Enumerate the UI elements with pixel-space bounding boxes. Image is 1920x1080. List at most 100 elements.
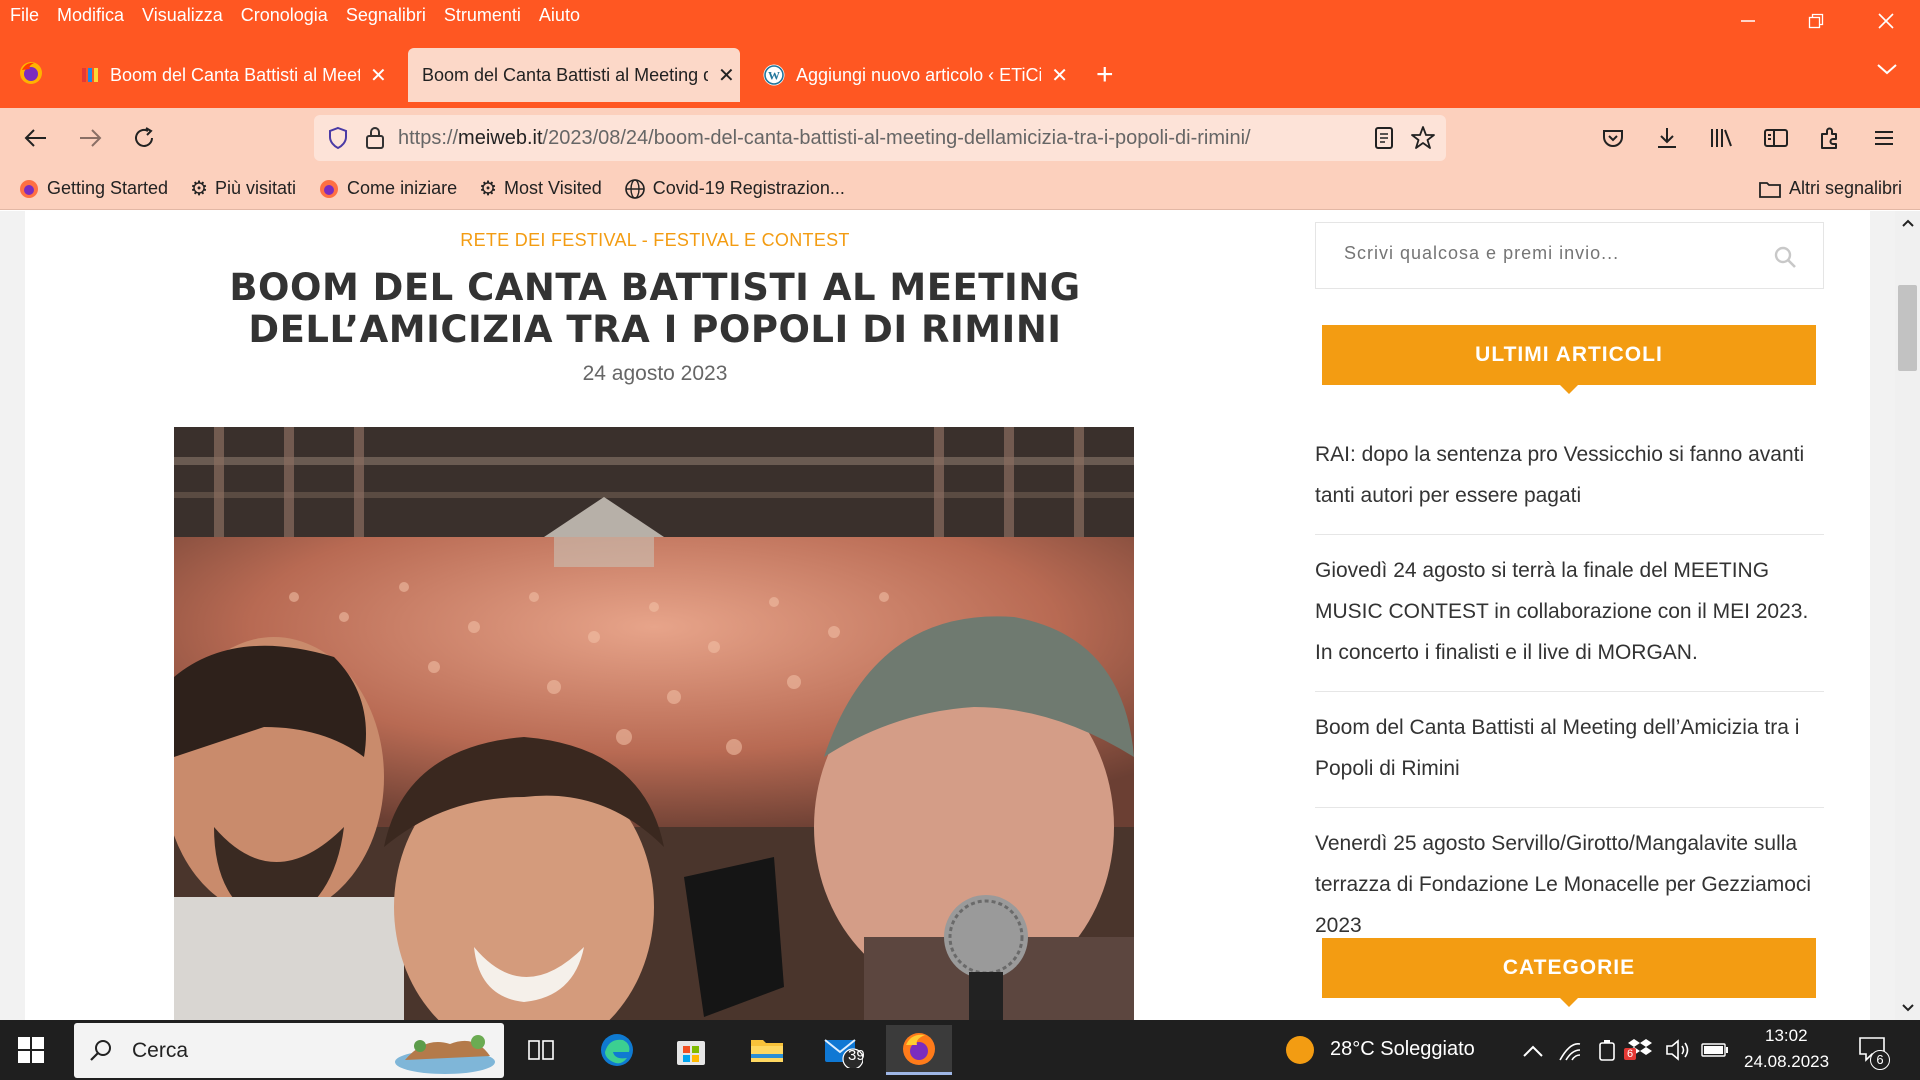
bookmark-most-visited[interactable]: ⚙ Most Visited <box>479 176 602 201</box>
library-button[interactable] <box>1702 118 1742 158</box>
back-button[interactable] <box>16 118 56 158</box>
tab-close-icon[interactable]: ✕ <box>370 63 387 88</box>
scrollbar-thumb[interactable] <box>1898 285 1917 371</box>
page-content: RETE DEI FESTIVAL - FESTIVAL E CONTEST B… <box>25 211 1870 1020</box>
forward-button[interactable] <box>70 118 110 158</box>
bookmark-label: Covid-19 Registrazion... <box>652 178 845 198</box>
article-link[interactable]: Giovedì 24 agosto si terrà la finale del… <box>1315 547 1824 692</box>
tab-boom-2-active[interactable]: Boom del Canta Battisti al Meeting dell’… <box>408 48 740 102</box>
list-all-tabs-button[interactable] <box>1876 62 1898 81</box>
weather-text[interactable]: 28°C Soleggiato <box>1330 1038 1475 1061</box>
web-page: RETE DEI FESTIVAL - FESTIVAL E CONTEST B… <box>0 211 1920 1020</box>
clock-time[interactable]: 13:02 <box>1765 1026 1808 1046</box>
notification-badge: 6 <box>1870 1050 1890 1070</box>
restore-icon <box>1808 13 1824 29</box>
dropbox-tray-button[interactable]: 6 <box>1624 1036 1654 1065</box>
arrow-right-icon <box>80 129 102 147</box>
battery-icon[interactable] <box>1701 1042 1729 1058</box>
menu-cronologia[interactable]: Cronologia <box>241 5 328 26</box>
bookmark-piu-visitati[interactable]: ⚙ Più visitati <box>190 176 296 201</box>
menu-file[interactable]: File <box>10 5 39 26</box>
firefox-app[interactable] <box>886 1025 952 1075</box>
pocket-button[interactable] <box>1593 118 1633 158</box>
hamburger-icon <box>1875 131 1893 145</box>
bookmark-label: Most Visited <box>504 178 602 198</box>
tab-title: Aggiungi nuovo articolo ‹ ETiCinema <box>796 64 1042 85</box>
menu-strumenti[interactable]: Strumenti <box>444 5 521 26</box>
svg-text:W: W <box>768 69 780 83</box>
sidebar-search[interactable] <box>1315 222 1824 289</box>
url-text[interactable]: https://meiweb.it/2023/08/24/boom-del-ca… <box>398 127 1251 150</box>
article-link[interactable]: RAI: dopo la sentenza pro Vessicchio si … <box>1315 431 1824 535</box>
menu-aiuto[interactable]: Aiuto <box>539 5 580 26</box>
task-view-button[interactable] <box>510 1025 572 1075</box>
favicon-mei-icon <box>82 68 98 82</box>
clock-date[interactable]: 24.08.2023 <box>1744 1052 1829 1072</box>
menu-segnalibri[interactable]: Segnalibri <box>346 5 426 26</box>
scroll-down-arrow-icon[interactable] <box>1895 999 1920 1015</box>
post-date: 24 agosto 2023 <box>582 362 728 385</box>
new-tab-button[interactable]: + <box>1096 60 1114 90</box>
chevron-up-icon[interactable] <box>1522 1044 1544 1058</box>
reload-icon <box>135 127 153 147</box>
globe-icon <box>624 178 645 199</box>
reader-view-button[interactable] <box>1374 126 1394 155</box>
shield-icon <box>329 126 347 150</box>
search-input[interactable] <box>1344 243 1744 264</box>
tab-bar: Boom del Canta Battisti al Meeting dell’… <box>0 30 1920 108</box>
sidebar-button[interactable] <box>1756 118 1796 158</box>
firefox-icon <box>20 62 42 84</box>
downloads-button[interactable] <box>1647 118 1687 158</box>
volume-icon[interactable] <box>1665 1038 1691 1062</box>
store-app[interactable] <box>660 1025 722 1075</box>
search-highlight-image <box>395 1035 495 1074</box>
pocket-icon <box>1603 130 1623 147</box>
url-bar[interactable]: https://meiweb.it/2023/08/24/boom-del-ca… <box>314 115 1446 161</box>
library-icon <box>1711 129 1732 147</box>
tab-close-icon[interactable]: ✕ <box>1051 63 1068 88</box>
menu-bar: File Modifica Visualizza Cronologia Segn… <box>0 0 1920 30</box>
file-explorer-app[interactable] <box>736 1025 798 1075</box>
search-icon <box>90 1039 111 1061</box>
taskbar-search-label: Cerca <box>132 1038 189 1062</box>
tab-wordpress[interactable]: W Aggiungi nuovo articolo ‹ ETiCinema ✕ <box>748 48 1068 102</box>
post-title: BOOM DEL CANTA BATTISTI AL MEETING DELL’… <box>229 266 1081 351</box>
concert-selfie-image <box>174 427 1134 1020</box>
post-category[interactable]: RETE DEI FESTIVAL - FESTIVAL E CONTEST <box>25 230 1285 251</box>
battery-saver-icon[interactable] <box>1597 1038 1617 1062</box>
edge-app[interactable] <box>586 1025 648 1075</box>
bookmark-covid[interactable]: Covid-19 Registrazion... <box>624 178 845 200</box>
latest-articles-heading: ULTIMI ARTICOLI <box>1322 325 1816 394</box>
taskbar-search[interactable]: Cerca <box>74 1023 504 1078</box>
network-icon[interactable] <box>1558 1040 1582 1062</box>
bookmark-label: Getting Started <box>47 178 169 198</box>
extensions-button[interactable] <box>1810 118 1850 158</box>
firefox-view-button[interactable] <box>18 60 44 91</box>
bookmark-come-iniziare[interactable]: Come iniziare <box>318 178 457 200</box>
bookmark-star-button[interactable] <box>1410 125 1436 156</box>
other-bookmarks[interactable]: Altri segnalibri <box>1758 178 1902 199</box>
url-prefix: https:// <box>398 126 459 149</box>
page-scrollbar[interactable] <box>1895 211 1920 1020</box>
scroll-up-arrow-icon[interactable] <box>1895 214 1920 230</box>
categories-heading: CATEGORIE <box>1322 938 1816 1007</box>
url-domain: meiweb.it <box>458 126 543 149</box>
menu-modifica[interactable]: Modifica <box>57 5 124 26</box>
folder-icon <box>751 1040 783 1062</box>
mail-badge: 39 <box>848 1047 865 1064</box>
reader-view-icon <box>1375 127 1393 149</box>
bookmark-getting-started[interactable]: Getting Started <box>18 178 168 200</box>
plus-icon: + <box>1096 58 1114 91</box>
reload-button[interactable] <box>124 118 164 158</box>
menu-visualizza[interactable]: Visualizza <box>142 5 223 26</box>
app-menu-button[interactable] <box>1864 118 1904 158</box>
tab-title: Boom del Canta Battisti al Meeting dell’… <box>110 64 360 85</box>
start-button[interactable] <box>18 1037 44 1068</box>
tab-close-icon[interactable]: ✕ <box>718 63 735 88</box>
search-icon[interactable] <box>1773 245 1797 269</box>
mail-app[interactable]: 39 <box>812 1025 874 1075</box>
tab-boom-1[interactable]: Boom del Canta Battisti al Meeting dell’… <box>66 48 392 102</box>
task-view-icon <box>528 1040 554 1060</box>
article-link[interactable]: Boom del Canta Battisti al Meeting dell’… <box>1315 704 1824 808</box>
notifications-button[interactable]: 6 <box>1858 1036 1890 1070</box>
